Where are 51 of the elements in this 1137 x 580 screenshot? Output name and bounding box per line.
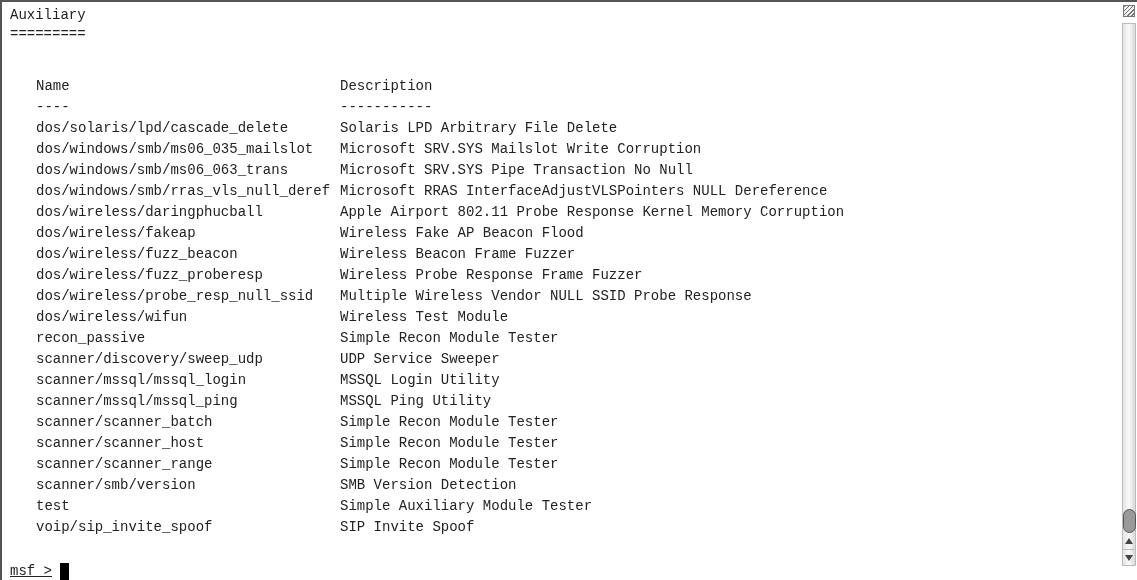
up-triangle-icon [1125, 538, 1133, 544]
module-description: Microsoft SRV.SYS Pipe Transaction No Null [340, 161, 693, 180]
module-name: voip/sip_invite_spoof [36, 518, 213, 537]
module-name: dos/wireless/fakeap [36, 224, 196, 243]
module-name: scanner/discovery/sweep_udp [36, 350, 263, 369]
module-name: test [36, 497, 70, 516]
header-rule: ----------- [340, 98, 433, 117]
module-description: Simple Recon Module Tester [340, 413, 559, 432]
section-title: Auxiliary [10, 6, 86, 25]
module-description: SMB Version Detection [340, 476, 517, 495]
module-name: scanner/scanner_batch [36, 413, 213, 432]
module-name: dos/windows/smb/rras_vls_null_deref [36, 182, 331, 201]
module-description: SIP Invite Spoof [340, 518, 475, 537]
module-description: Wireless Beacon Frame Fuzzer [340, 245, 576, 264]
module-description: Simple Recon Module Tester [340, 455, 559, 474]
module-name: dos/windows/smb/ms06_063_trans [36, 161, 289, 180]
module-description: Multiple Wireless Vendor NULL SSID Probe Response [340, 287, 752, 306]
module-name: dos/wireless/fuzz_beacon [36, 245, 238, 264]
scrollbar-thumb[interactable] [1123, 509, 1136, 533]
module-description: Solaris LPD Arbitrary File Delete [340, 119, 618, 138]
module-name: dos/wireless/fuzz_proberesp [36, 266, 263, 285]
module-description: Wireless Test Module [340, 308, 509, 327]
header-rule: ---- [36, 98, 70, 117]
module-name: scanner/scanner_host [36, 434, 205, 453]
module-description: Apple Airport 802.11 Probe Response Kernel Memory Corruption [340, 203, 845, 222]
module-description: Simple Recon Module Tester [340, 329, 559, 348]
module-description: Microsoft RRAS InterfaceAdjustVLSPointers NULL Dereference [340, 182, 828, 201]
module-name: recon_passive [36, 329, 146, 348]
module-name: dos/windows/smb/ms06_035_mailslot [36, 140, 314, 159]
module-name: dos/solaris/lpd/cascade_delete [36, 119, 289, 138]
resize-grip-icon[interactable] [1123, 5, 1135, 17]
column-header: Name [36, 77, 70, 96]
prompt: msf > [10, 562, 52, 580]
module-description: Simple Auxiliary Module Tester [340, 497, 593, 516]
module-description: Wireless Probe Response Frame Fuzzer [340, 266, 643, 285]
module-name: scanner/scanner_range [36, 455, 213, 474]
module-description: MSSQL Ping Utility [340, 392, 492, 411]
down-triangle-icon [1125, 554, 1133, 561]
module-name: dos/wireless/daringphucball [36, 203, 263, 222]
module-description: MSSQL Login Utility [340, 371, 500, 390]
module-description: Wireless Fake AP Beacon Flood [340, 224, 584, 243]
module-description: Microsoft SRV.SYS Mailslot Write Corruption [340, 140, 702, 159]
module-description: Simple Recon Module Tester [340, 434, 559, 453]
title-underline: ========= [10, 26, 86, 42]
module-name: scanner/mssql/mssql_login [36, 371, 247, 390]
module-name: dos/wireless/probe_resp_null_ssid [36, 287, 314, 306]
module-description: UDP Service Sweeper [340, 350, 500, 369]
module-name: scanner/mssql/mssql_ping [36, 392, 238, 411]
module-name: dos/wireless/wifun [36, 308, 188, 327]
column-header: Description [340, 77, 433, 96]
module-name: scanner/smb/version [36, 476, 196, 495]
